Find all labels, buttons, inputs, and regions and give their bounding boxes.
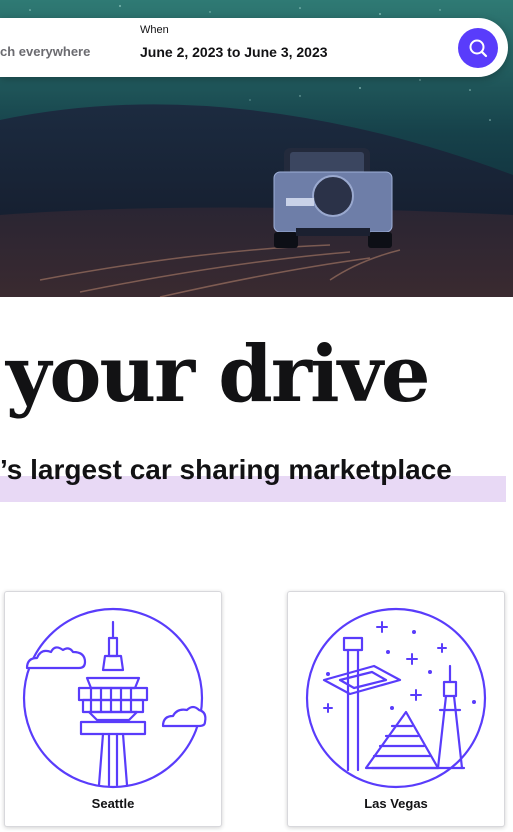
destination-card-las-vegas[interactable]: Las Vegas [287, 591, 505, 827]
destination-label: Las Vegas [364, 796, 428, 811]
page-subheadline: ’s largest car sharing marketplace [0, 454, 452, 485]
destination-card-seattle[interactable]: Seattle [4, 591, 222, 827]
when-label: When [140, 24, 169, 36]
destination-label: Seattle [91, 796, 135, 811]
search-button[interactable] [458, 28, 498, 68]
search-icon [469, 39, 488, 58]
date-range-field[interactable]: June 2, 2023 to June 3, 2023 [140, 44, 328, 60]
where-field[interactable]: ch everywhere [0, 44, 90, 59]
las-vegas-skyline-icon [305, 607, 487, 789]
page-headline: your drive [6, 329, 431, 420]
space-needle-icon [22, 607, 207, 789]
